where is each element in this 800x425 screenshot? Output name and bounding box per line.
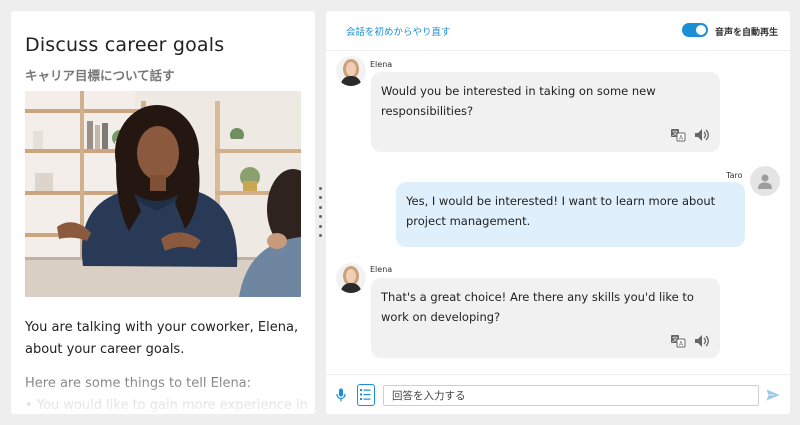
message-text: That's a great choice! Are there any ski…: [381, 290, 694, 324]
user-message-bubble: Yes, I would be interested! I want to le…: [396, 182, 745, 247]
message-tools: 文 A: [670, 334, 710, 348]
hint-list-icon[interactable]: [357, 384, 375, 406]
answer-bar: [326, 374, 790, 414]
user-avatar-icon: [750, 166, 780, 196]
lesson-panel: Discuss career goals キャリア目標について話す You ar…: [11, 11, 315, 414]
message-tools: 文 A: [670, 128, 710, 142]
autoplay-label: 音声を自動再生: [715, 28, 779, 38]
chat-panel: 会話を初めからやり直す 音声を自動再生 Elena Would you be i…: [326, 11, 790, 414]
elena-avatar: [336, 263, 366, 293]
message-text: Yes, I would be interested! I want to le…: [406, 194, 716, 228]
panel-resize-handle[interactable]: [318, 187, 323, 237]
elena-avatar: [336, 56, 366, 86]
speaker-name: Taro: [726, 171, 743, 180]
bot-message-bubble: That's a great choice! Are there any ski…: [371, 278, 720, 358]
instructions-header: Here are some things to tell Elena:: [25, 376, 252, 391]
instruction-item: • You would like to gain more experience…: [25, 398, 308, 413]
restart-conversation-link[interactable]: 会話を初めからやり直す: [346, 24, 451, 38]
send-icon[interactable]: [766, 389, 780, 401]
speaker-name: Elena: [370, 265, 393, 274]
handle-dot: [319, 196, 322, 200]
handle-dot: [319, 187, 322, 190]
handle-dot: [319, 215, 322, 219]
handle-dot: [319, 224, 322, 228]
autoplay-toggle[interactable]: [682, 23, 708, 37]
handle-dot: [319, 233, 322, 237]
lesson-subtitle: キャリア目標について話す: [25, 68, 175, 83]
speaker-icon[interactable]: [694, 128, 710, 142]
toggle-knob: [696, 25, 706, 35]
answer-input[interactable]: [383, 385, 759, 406]
handle-dot: [319, 205, 322, 209]
microphone-icon[interactable]: [336, 388, 346, 402]
bot-message-bubble: Would you be interested in taking on som…: [371, 72, 720, 152]
lesson-description: You are talking with your coworker, Elen…: [25, 320, 299, 357]
message-text: Would you be interested in taking on som…: [381, 84, 656, 118]
translate-icon[interactable]: 文 A: [670, 334, 686, 348]
scene-photo: [25, 91, 301, 297]
speaker-name: Elena: [370, 60, 393, 69]
chat-toolbar: 会話を初めからやり直す 音声を自動再生: [326, 11, 790, 51]
speaker-icon[interactable]: [694, 334, 710, 348]
lesson-title: Discuss career goals: [25, 34, 225, 56]
translate-icon[interactable]: 文 A: [670, 128, 686, 142]
